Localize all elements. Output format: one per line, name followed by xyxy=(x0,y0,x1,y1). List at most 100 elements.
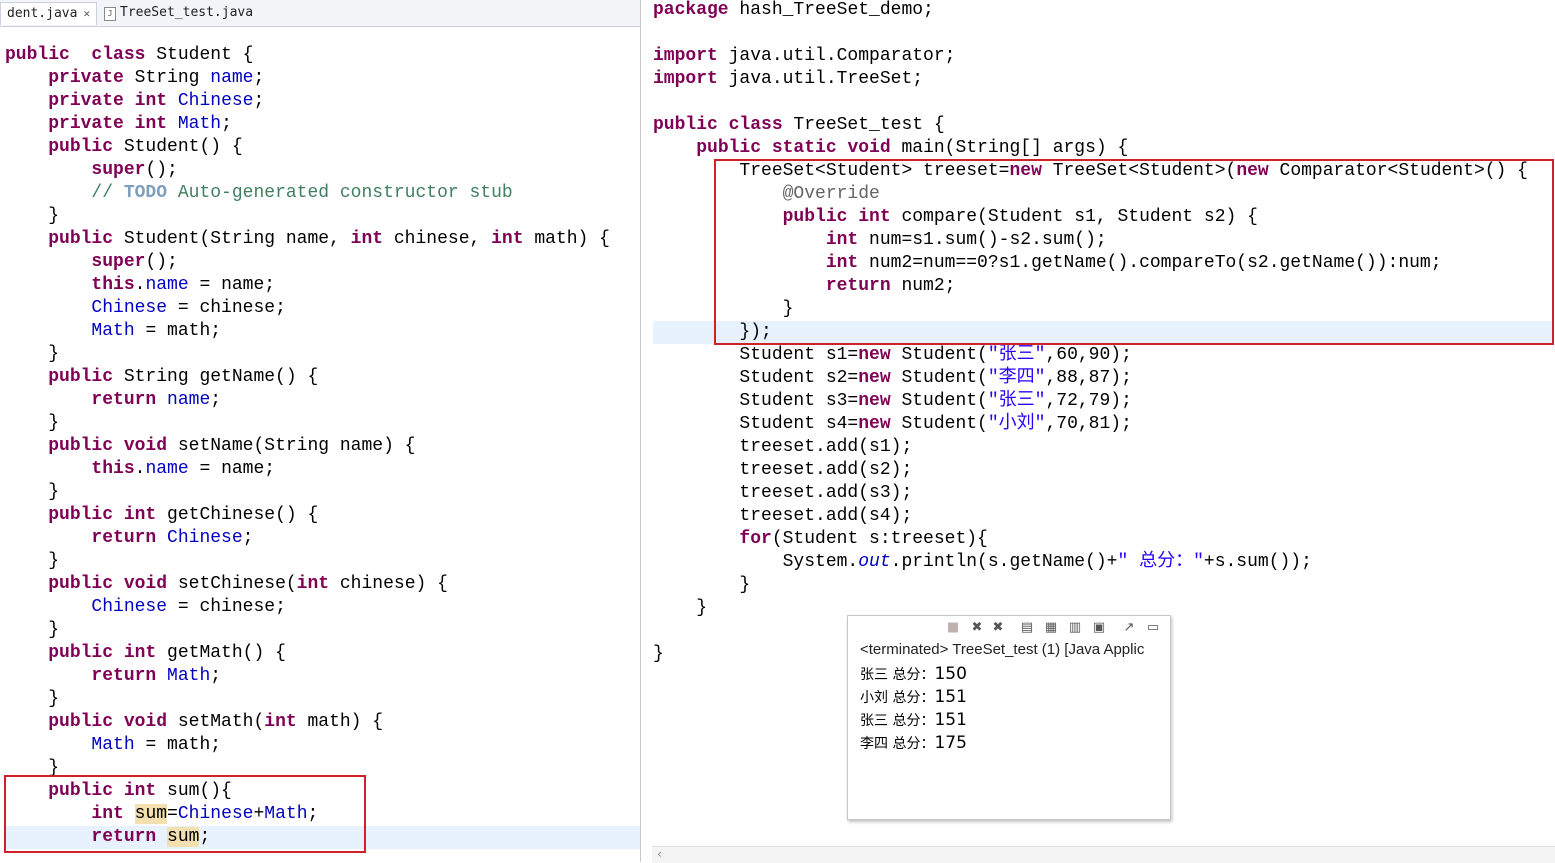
scroll-left-icon[interactable]: ‹ xyxy=(656,847,663,861)
scroll-lock-icon[interactable]: ▦ xyxy=(1044,621,1058,635)
console-status: <terminated> TreeSet_test (1) [Java Appl… xyxy=(860,641,1145,658)
code-token: public xyxy=(48,574,114,594)
student-code-line: Math = math; xyxy=(5,320,640,343)
code-token: int xyxy=(491,229,524,249)
code-token: new xyxy=(858,368,891,388)
student-code-area[interactable]: public class Student { private String na… xyxy=(5,44,640,849)
code-token: "李四" xyxy=(987,368,1046,388)
remove-launch-icon[interactable]: ✖ xyxy=(970,621,984,635)
code-token: int xyxy=(123,91,168,111)
student-code-line: public void setChinese(int chinese) { xyxy=(5,573,640,596)
code-token: (); xyxy=(145,252,178,272)
output-label: 张三 总分： xyxy=(860,713,935,729)
terminate-icon[interactable]: ■ xyxy=(946,621,960,635)
code-token: public xyxy=(48,712,114,732)
treeset-code-line: Student s1=new Student("张三",60,90); xyxy=(653,344,1553,367)
display-console-icon[interactable]: ▭ xyxy=(1146,621,1160,635)
code-token: // xyxy=(91,183,124,203)
code-token: class xyxy=(91,45,146,65)
console-view[interactable]: ■ ✖ ✖ ▤ ▦ ▥ ▣ ↗ ▭ <terminated> TreeSet_t… xyxy=(847,615,1171,820)
code-token: void xyxy=(836,138,891,158)
student-code-line: } xyxy=(5,412,640,435)
code-token: treeset.add(s2); xyxy=(653,460,913,480)
treeset-code-line: Student s3=new Student("张三",72,79); xyxy=(653,390,1553,413)
code-token: ; xyxy=(253,91,265,111)
code-token: static xyxy=(761,138,837,158)
student-code-line: return Math; xyxy=(5,665,640,688)
code-token: new xyxy=(858,414,891,434)
treeset-code-line xyxy=(653,22,1553,45)
code-token: return xyxy=(91,528,157,548)
code-token: = math; xyxy=(134,735,222,755)
student-code-line: } xyxy=(5,205,640,228)
code-token: Student s3= xyxy=(653,391,859,411)
comparator-highlight-box xyxy=(714,159,1554,345)
student-code-line: super(); xyxy=(5,159,640,182)
code-token: Student( xyxy=(890,345,988,365)
horizontal-scrollbar[interactable]: ‹ xyxy=(652,846,1555,863)
code-token: void xyxy=(113,712,168,732)
code-token: = chinese; xyxy=(167,597,286,617)
treeset-code-line: import java.util.TreeSet; xyxy=(653,68,1553,91)
treeset-code-line: package hash_TreeSet_demo; xyxy=(653,0,1553,22)
code-token: out xyxy=(858,552,891,572)
student-code-line: } xyxy=(5,550,640,573)
code-token: java.util.Comparator; xyxy=(717,46,956,66)
output-label: 李四 总分： xyxy=(860,736,935,752)
show-console-icon[interactable]: ▣ xyxy=(1092,621,1106,635)
code-token: } xyxy=(5,344,60,364)
close-icon[interactable]: ✕ xyxy=(83,7,90,20)
code-token: super xyxy=(91,160,146,180)
code-token: "张三" xyxy=(987,391,1046,411)
code-token: Math xyxy=(177,114,222,134)
tab-student-java[interactable]: dent.java ✕ xyxy=(0,2,98,25)
code-token: Student s4= xyxy=(653,414,859,434)
treeset-code-line xyxy=(653,91,1553,114)
code-token: Student( xyxy=(890,414,988,434)
remove-all-launches-icon[interactable]: ✖ xyxy=(991,621,1005,635)
code-token: private xyxy=(48,114,124,134)
treeset-code-line: for(Student s:treeset){ xyxy=(653,528,1553,551)
code-token: } xyxy=(5,689,60,709)
code-token: Math xyxy=(91,735,135,755)
code-token: } xyxy=(653,644,664,664)
student-code-line: public Student(String name, int chinese,… xyxy=(5,228,640,251)
clear-console-icon[interactable]: ▤ xyxy=(1020,621,1034,635)
code-token: ,72,79); xyxy=(1045,391,1132,411)
student-java-editor[interactable]: dent.java ✕ J TreeSet_test.java public cla… xyxy=(0,0,641,862)
code-token: class xyxy=(717,115,783,135)
code-token: " 总分：" xyxy=(1117,552,1204,572)
output-value: 151 xyxy=(934,710,967,730)
code-token: Math xyxy=(167,666,211,686)
student-code-line: // TODO Auto-generated constructor stub xyxy=(5,182,640,205)
student-code-line: private String name; xyxy=(5,67,640,90)
code-token: ,88,87); xyxy=(1045,368,1132,388)
code-token: Chinese xyxy=(167,528,243,548)
sum-method-highlight-box xyxy=(4,775,366,853)
output-value: 175 xyxy=(934,733,967,753)
pin-console-icon[interactable]: ↗ xyxy=(1122,621,1136,635)
code-token: int xyxy=(350,229,384,249)
code-token: name xyxy=(145,459,189,479)
tab-treeset-test-java[interactable]: J TreeSet_test.java xyxy=(98,2,259,24)
student-code-line: } xyxy=(5,343,640,366)
treeset-code-line: } xyxy=(653,574,1553,597)
output-label: 张三 总分： xyxy=(860,667,935,683)
code-token: Chinese xyxy=(91,597,168,617)
word-wrap-icon[interactable]: ▥ xyxy=(1068,621,1082,635)
